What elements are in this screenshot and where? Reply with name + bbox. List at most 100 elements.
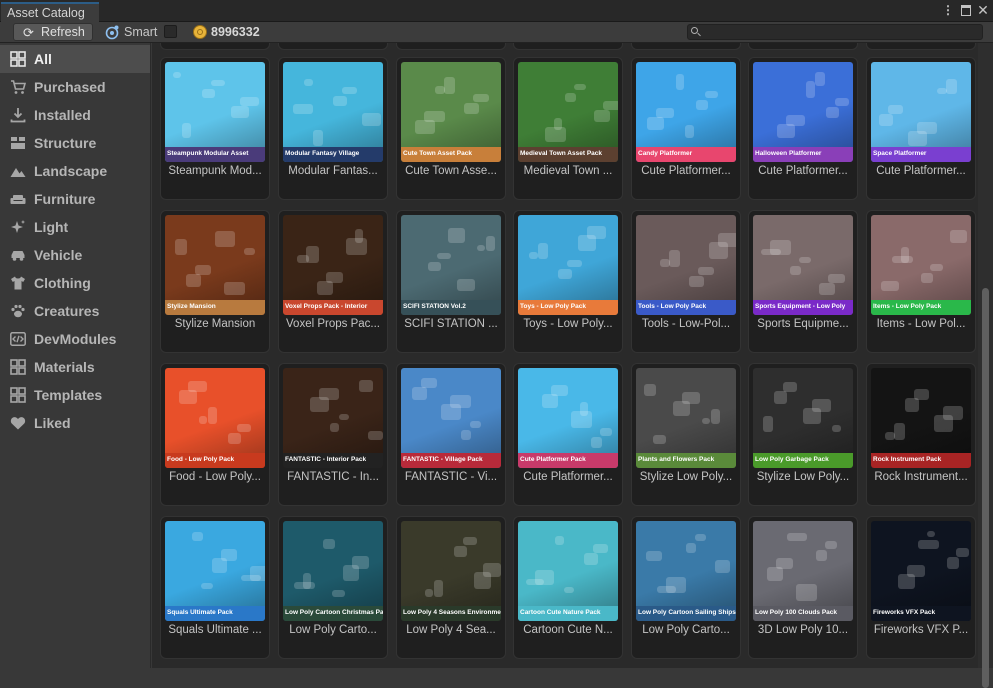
asset-card[interactable]: FANTASTIC - Village Pack FANTASTIC - Vi..… <box>396 363 506 506</box>
asset-card[interactable]: Fireworks VFX Pack Fireworks VFX P... <box>866 516 976 659</box>
asset-card[interactable]: Tools - Low Poly Pack Tools - Low-Pol... <box>631 210 741 353</box>
asset-card[interactable]: Low Poly Garbage Pack Stylize Low Poly... <box>748 363 858 506</box>
asset-card[interactable]: Low Poly Cartoon Christmas Pack Low Poly … <box>278 516 388 659</box>
thumbnail-art-shape <box>695 534 706 541</box>
asset-card[interactable]: Cute Platformer Pack Cute Platformer... <box>513 363 623 506</box>
close-icon[interactable]: ✕ <box>976 3 990 18</box>
sidebar-item-creatures[interactable]: Creatures <box>0 297 150 325</box>
asset-card[interactable]: Toys - Low Poly Pack Toys - Low Poly... <box>513 210 623 353</box>
thumbnail-art-shape <box>424 111 445 122</box>
asset-name: Cute Town Asse... <box>405 165 497 177</box>
asset-card[interactable]: SCIFI STATION Vol.2 SCIFI STATION ... <box>396 210 506 353</box>
asset-card[interactable]: Medieval Town Asset Pack Medieval Town ..… <box>513 57 623 200</box>
asset-card[interactable]: Cartoon Cute Nature Pack Cartoon Cute N..… <box>513 516 623 659</box>
thumbnail-art-shape <box>647 117 664 130</box>
thumbnail-art-shape <box>182 123 191 138</box>
sparkle-icon <box>10 219 26 235</box>
asset-name: Food - Low Poly... <box>169 471 261 483</box>
sidebar-item-clothing[interactable]: Clothing <box>0 269 150 297</box>
asset-card[interactable]: Cute Town Asset Pack Cute Town Asse... <box>396 57 506 200</box>
asset-thumbnail: Low Poly Garbage Pack <box>753 368 853 468</box>
sidebar-item-materials[interactable]: Materials <box>0 353 150 381</box>
thumbnail-art-shape <box>702 418 710 424</box>
thumbnail-art-shape <box>832 425 841 432</box>
thumbnail-title: Toys - Low Poly Pack <box>518 300 618 315</box>
thumbnail-art-shape <box>956 548 969 557</box>
vertical-scrollbar[interactable] <box>978 43 993 688</box>
sidebar-item-furniture[interactable]: Furniture <box>0 185 150 213</box>
asset-card[interactable]: Low Poly Cartoon Sailing Ships Low Poly C… <box>631 516 741 659</box>
thumbnail-art-shape <box>457 279 475 291</box>
asset-card[interactable]: Steampunk Modular Asset Steampunk Mod... <box>160 57 270 200</box>
asset-card[interactable]: Low Poly 100 Clouds Pack 3D Low Poly 10..… <box>748 516 858 659</box>
asset-card[interactable]: Space Platformer Cute Platformer... <box>866 57 976 200</box>
asset-card[interactable]: Rock Instrument Pack Rock Instrument... <box>866 363 976 506</box>
sidebar-item-all[interactable]: All <box>0 45 150 73</box>
asset-card[interactable]: Stylize Mansion Stylize Mansion <box>160 210 270 353</box>
maximize-icon[interactable] <box>959 3 973 18</box>
sidebar-item-light[interactable]: Light <box>0 213 150 241</box>
sidebar-item-label: Creatures <box>34 303 100 319</box>
thumbnail-art-shape <box>437 253 451 259</box>
asset-card[interactable]: FANTASTIC - Interior Pack FANTASTIC - In.… <box>278 363 388 506</box>
smart-checkbox[interactable] <box>164 25 177 38</box>
thumbnail-art-shape <box>806 81 815 98</box>
search-input[interactable] <box>702 25 980 39</box>
asset-card-partial[interactable] <box>513 43 623 50</box>
thumbnail-art-shape <box>584 553 598 565</box>
asset-card[interactable]: Modular Fantasy Village Modular Fantas... <box>278 57 388 200</box>
asset-card[interactable]: Sports Equipment - Low Poly Sports Equipm… <box>748 210 858 353</box>
thumbnail-title: Cartoon Cute Nature Pack <box>518 606 618 621</box>
thumbnail-art-shape <box>826 107 839 118</box>
sidebar-item-purchased[interactable]: Purchased <box>0 73 150 101</box>
asset-card-partial[interactable] <box>160 43 270 50</box>
asset-card[interactable]: Voxel Props Pack - Interior Voxel Props P… <box>278 210 388 353</box>
sidebar-item-templates[interactable]: Templates <box>0 381 150 409</box>
thumbnail-art-shape <box>574 84 586 90</box>
sidebar-item-vehicle[interactable]: Vehicle <box>0 241 150 269</box>
window-tab[interactable]: Asset Catalog <box>1 2 99 22</box>
thumbnail-art-shape <box>901 247 909 263</box>
thumbnail-art-shape <box>186 274 201 287</box>
thumbnail-art-shape <box>763 416 773 432</box>
asset-card-partial[interactable] <box>278 43 388 50</box>
asset-thumbnail: Voxel Props Pack - Interior <box>283 215 383 315</box>
sidebar-item-label: Light <box>34 219 69 235</box>
asset-card[interactable]: Food - Low Poly Pack Food - Low Poly... <box>160 363 270 506</box>
thumbnail-art-shape <box>564 587 574 593</box>
asset-card[interactable]: Low Poly 4 Seasons Environment Pack Low P… <box>396 516 506 659</box>
thumbnail-art-shape <box>600 428 612 436</box>
coin-balance: 8996332 <box>211 25 260 39</box>
asset-card-partial[interactable] <box>631 43 741 50</box>
asset-card[interactable]: Candy Platformer Cute Platformer... <box>631 57 741 200</box>
sidebar-item-devmodules[interactable]: DevModules <box>0 325 150 353</box>
window-menu-icon[interactable]: ⋮ <box>941 3 955 18</box>
sidebar-item-liked[interactable]: Liked <box>0 409 150 437</box>
asset-card-partial[interactable] <box>748 43 858 50</box>
thumbnail-art-shape <box>199 416 207 424</box>
thumbnail-art-shape <box>558 269 572 279</box>
thumbnail-art-shape <box>333 96 347 106</box>
thumbnail-art-shape <box>303 573 311 589</box>
asset-name: Low Poly Carto... <box>289 624 377 636</box>
asset-thumbnail: Cartoon Cute Nature Pack <box>518 521 618 621</box>
asset-card-partial[interactable] <box>866 43 976 50</box>
asset-grid: Steampunk Modular Asset Steampunk Mod... M… <box>152 43 978 668</box>
thumbnail-title: Food - Low Poly Pack <box>165 453 265 468</box>
sidebar-item-landscape[interactable]: Landscape <box>0 157 150 185</box>
asset-card[interactable]: Halloween Platformer Cute Platformer... <box>748 57 858 200</box>
asset-card[interactable]: Plants and Flowers Pack Stylize Low Poly.… <box>631 363 741 506</box>
sidebar-item-installed[interactable]: Installed <box>0 101 150 129</box>
asset-card-partial[interactable] <box>396 43 506 50</box>
thumbnail-art-shape <box>587 226 606 239</box>
thumbnail-art-shape <box>444 77 455 94</box>
sidebar-item-structure[interactable]: Structure <box>0 129 150 157</box>
asset-name: Stylize Mansion <box>174 318 256 330</box>
thumbnail-art-shape <box>950 230 967 243</box>
refresh-button[interactable]: ⟳ Refresh <box>13 23 93 41</box>
asset-card[interactable]: Squals Ultimate Pack Squals Ultimate ... <box>160 516 270 659</box>
asset-thumbnail: FANTASTIC - Interior Pack <box>283 368 383 468</box>
scrollbar-thumb[interactable] <box>982 288 989 688</box>
asset-card[interactable]: Items - Low Poly Pack Items - Low Pol... <box>866 210 976 353</box>
asset-thumbnail: Rock Instrument Pack <box>871 368 971 468</box>
